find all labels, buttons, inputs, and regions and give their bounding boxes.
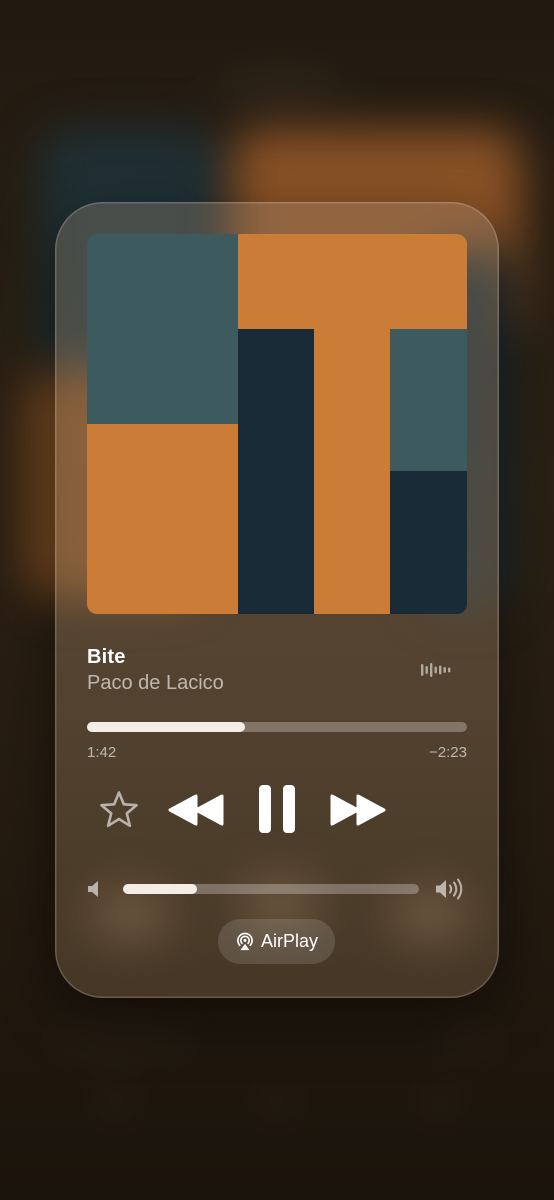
rewind-button[interactable]	[167, 790, 227, 830]
pause-icon	[259, 785, 295, 833]
star-icon	[100, 791, 138, 828]
speaker-low-icon	[88, 881, 98, 897]
fast-forward-icon	[330, 794, 386, 826]
playback-progress-fill	[87, 722, 245, 732]
airplay-icon	[237, 932, 253, 950]
screen: Bite Paco de Lacico 1:42 −2:23 AirPlay	[0, 0, 554, 1200]
artwork-shape	[390, 329, 467, 471]
artwork-shape	[390, 471, 467, 614]
fast-forward-button[interactable]	[327, 790, 387, 830]
song-title: Bite	[87, 646, 126, 668]
background-row	[50, 1032, 190, 1050]
rewind-icon	[168, 794, 224, 826]
audio-waveform-icon	[421, 663, 451, 677]
volume-fill	[123, 884, 197, 894]
artwork-shape	[314, 329, 390, 614]
remaining-time: −2:23	[429, 744, 467, 761]
artwork-shape	[87, 424, 238, 614]
pause-button[interactable]	[253, 782, 301, 836]
artwork-shape	[87, 234, 238, 424]
airplay-button[interactable]: AirPlay	[218, 919, 335, 964]
background-row	[440, 1032, 500, 1050]
playback-progress-slider[interactable]	[87, 722, 467, 732]
background-tab-icon	[424, 1090, 454, 1120]
background-tab-icon	[262, 1090, 292, 1120]
speaker-high-icon	[436, 878, 463, 900]
elapsed-time: 1:42	[87, 744, 117, 761]
favorite-button[interactable]	[97, 788, 141, 832]
artwork-shape	[238, 234, 467, 329]
now-playing-card: Bite Paco de Lacico 1:42 −2:23 AirPlay	[55, 202, 499, 998]
airplay-label: AirPlay	[260, 931, 318, 951]
artwork-shape	[238, 329, 314, 614]
song-artist[interactable]: Paco de Lacico	[87, 672, 224, 695]
album-artwork[interactable]	[87, 234, 467, 614]
background-tab-icon	[100, 1090, 130, 1120]
volume-slider[interactable]	[123, 884, 419, 894]
background-title	[225, 78, 335, 100]
